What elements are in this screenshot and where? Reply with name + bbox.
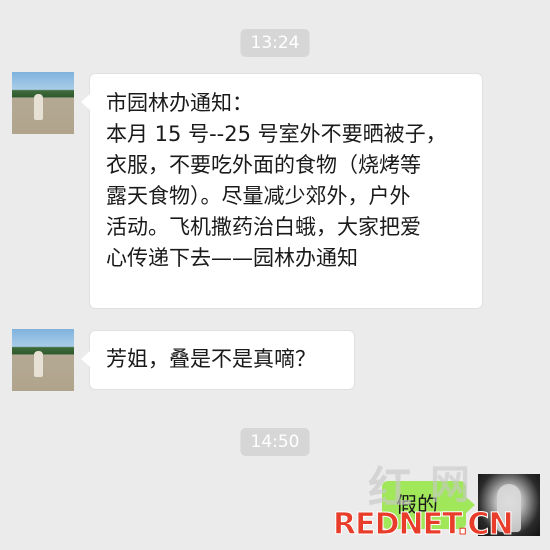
message-bubble-notice[interactable]: 市园林办通知： 本月 15 号--25 号室外不要晒被子， 衣服，不要吃外面的食…: [81, 73, 483, 309]
watermark-logo-wang: 网: [430, 461, 470, 508]
contact-avatar[interactable]: [12, 72, 74, 134]
watermark-net: NET: [398, 507, 458, 543]
watermark-cn: CN: [467, 507, 514, 543]
message-line: 衣服，不要吃外面的食物（烧烤等: [106, 153, 421, 177]
timestamp: 14:50: [240, 428, 310, 456]
watermark-dot: .: [456, 507, 468, 543]
message-line: 市园林办通知：: [106, 91, 253, 115]
avatar-photo-figure: [34, 94, 43, 120]
message-line: 活动。飞机撒药治白蛾，大家把爱: [106, 215, 421, 239]
watermark-red: RED: [333, 507, 400, 543]
watermark-rednet: REDNET.CN: [333, 507, 515, 543]
message-line: 露天食物）。尽量减少郊外，户外: [106, 184, 411, 208]
contact-avatar[interactable]: [12, 329, 74, 391]
timestamp: 13:24: [240, 29, 310, 57]
message-line: 芳姐，叠是不是真嘀？: [106, 347, 316, 371]
message-bubble-question[interactable]: 芳姐，叠是不是真嘀？: [81, 330, 355, 390]
message-line: 本月 15 号--25 号室外不要晒被子，: [106, 122, 447, 146]
avatar-photo-figure: [34, 351, 43, 377]
message-line: 心传递下去——园林办通知: [106, 246, 358, 270]
